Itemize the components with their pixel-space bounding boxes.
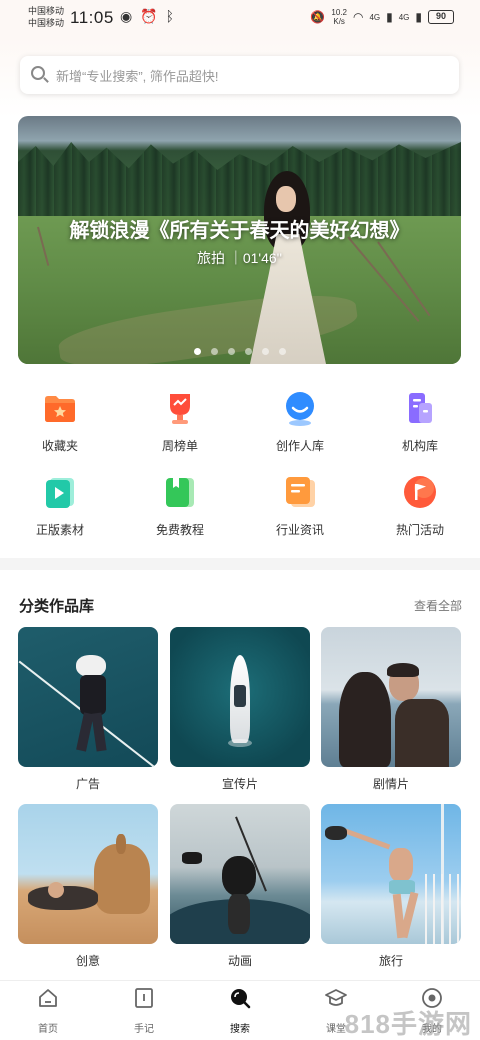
news-icon <box>286 477 315 507</box>
category-thumbnail <box>170 627 310 767</box>
building-icon <box>409 393 432 423</box>
quick-link-label: 正版素材 <box>35 523 84 537</box>
banner-dot[interactable] <box>193 348 201 355</box>
quick-link-free-tutorials[interactable]: 免费教程 <box>120 466 240 546</box>
banner-subtitle: 旅拍 ｜01'46'' <box>196 250 283 266</box>
book-icon <box>166 478 194 507</box>
quick-link-label: 热门活动 <box>395 523 444 537</box>
quick-link-agency-library[interactable]: 机构库 <box>360 382 480 462</box>
clock: 11:05 <box>70 8 114 27</box>
network-type-1: 4G <box>369 12 381 22</box>
tab-label: 首页 <box>38 1024 58 1035</box>
banner-dot[interactable] <box>261 348 269 355</box>
section-divider <box>0 558 480 570</box>
category-card-animation[interactable]: 动画 <box>170 804 310 968</box>
wifi-icon: ◠ <box>352 10 364 24</box>
category-thumbnail <box>321 804 461 944</box>
bluetooth-icon: ᛒ <box>165 8 175 24</box>
view-all-link[interactable]: 查看全部 <box>414 597 462 614</box>
notebook-icon <box>135 988 153 1008</box>
quick-link-label: 创作人库 <box>275 439 324 453</box>
search-icon <box>30 65 50 85</box>
category-label: 旅行 <box>378 954 403 968</box>
home-icon <box>39 989 57 1007</box>
search-placeholder: 新增“专业搜索”, 筛作品超快! <box>56 68 219 84</box>
creator-person-icon <box>286 392 314 426</box>
quick-link-label: 周榜单 <box>161 439 198 453</box>
network-type-2: 4G <box>398 12 410 22</box>
category-card-travel[interactable]: 旅行 <box>321 804 461 968</box>
quick-link-label: 机构库 <box>401 439 438 453</box>
tab-label: 手记 <box>134 1024 154 1035</box>
play-file-icon <box>46 478 74 508</box>
quick-link-industry-news[interactable]: 行业资讯 <box>240 466 360 546</box>
net-speed-unit: K/s <box>333 17 345 26</box>
search-icon <box>231 989 251 1009</box>
quick-link-weekly-chart[interactable]: 周榜单 <box>120 382 240 462</box>
banner-title: 解锁浪漫《所有关于春天的美好幻想》 <box>69 220 410 242</box>
category-label: 动画 <box>227 954 252 968</box>
category-card-creative[interactable]: 创意 <box>18 804 158 968</box>
category-thumbnail <box>170 804 310 944</box>
net-speed-value: 10.2 <box>331 8 347 17</box>
quick-link-hot-events[interactable]: 热门活动 <box>360 466 480 546</box>
eye-comfort-icon: ◉ <box>120 8 133 24</box>
tab-home[interactable]: 首页 <box>0 981 96 1040</box>
banner-pagination <box>18 348 461 355</box>
status-bar: 中国移动 中国移动 11:05 ◉ ⏰ ᛒ 🔕 10.2 K/s ◠ 4G ▮ … <box>0 0 480 38</box>
carrier-2: 中国移动 <box>28 18 65 28</box>
quick-link-licensed-assets[interactable]: 正版素材 <box>0 466 120 546</box>
category-thumbnail <box>321 627 461 767</box>
category-card-promo[interactable]: 宣传片 <box>170 627 310 791</box>
quick-link-label: 收藏夹 <box>41 439 78 453</box>
banner-dot[interactable] <box>278 348 286 355</box>
banner-dot[interactable] <box>210 348 218 355</box>
tab-search[interactable]: 搜索 <box>192 981 288 1040</box>
carrier-1: 中国移动 <box>28 6 65 16</box>
category-label: 宣传片 <box>221 777 258 791</box>
watermark: 818手游网 <box>344 1009 472 1039</box>
alarm-icon: ⏰ <box>140 8 158 24</box>
signal-icon: ▮ <box>386 10 393 24</box>
trophy-icon <box>170 394 190 424</box>
banner-dot[interactable] <box>227 348 235 355</box>
flag-icon <box>404 476 436 508</box>
category-label: 广告 <box>75 777 100 791</box>
folder-star-icon <box>45 396 75 422</box>
mute-icon: 🔕 <box>310 10 326 24</box>
category-label: 剧情片 <box>372 777 409 791</box>
status-left-icons: ◉ ⏰ ᛒ <box>120 8 174 25</box>
signal-icon: ▮ <box>415 10 422 24</box>
tab-notes[interactable]: 手记 <box>96 981 192 1040</box>
category-card-drama[interactable]: 剧情片 <box>321 627 461 791</box>
category-thumbnail <box>18 627 158 767</box>
quick-link-creator-library[interactable]: 创作人库 <box>240 382 360 462</box>
battery-icon: 90 <box>428 10 454 24</box>
banner-dot[interactable] <box>244 348 252 355</box>
category-thumbnail <box>18 804 158 944</box>
net-speed: 10.2 K/s <box>331 8 347 26</box>
section-title: 分类作品库 <box>19 598 95 615</box>
banner-carousel[interactable]: 解锁浪漫《所有关于春天的美好幻想》 旅拍 ｜01'46'' <box>18 116 461 364</box>
category-card-ad[interactable]: 广告 <box>18 627 158 791</box>
carrier-info: 中国移动 中国移动 <box>28 5 64 29</box>
quick-link-label: 免费教程 <box>155 523 204 537</box>
status-right-icons: 🔕 10.2 K/s ◠ 4G ▮ 4G ▮ 90 <box>310 8 454 26</box>
category-label: 创意 <box>75 954 100 968</box>
quick-link-favorites[interactable]: 收藏夹 <box>0 382 120 462</box>
tab-label: 搜索 <box>230 1024 250 1035</box>
quick-link-label: 行业资讯 <box>275 523 324 537</box>
banner-image-forest <box>18 142 461 218</box>
search-bar[interactable]: 新增“专业搜索”, 筛作品超快! <box>20 56 459 94</box>
